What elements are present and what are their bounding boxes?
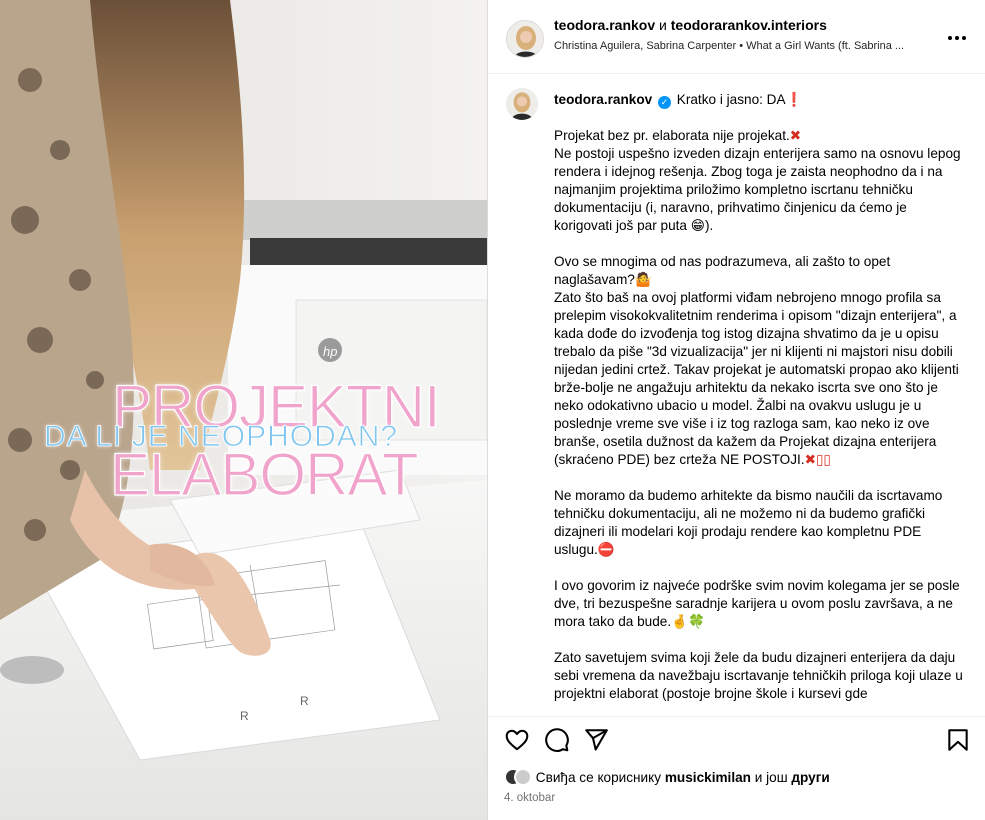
header-conjunction: и xyxy=(659,17,667,33)
caption-p4-text: I ovo govorim iz najveće podrške svim no… xyxy=(554,578,960,629)
caption-paragraph-3: Ne moramo da budemo arhitekte da bismo n… xyxy=(554,487,966,559)
avatar-image xyxy=(506,88,538,120)
svg-text:R: R xyxy=(240,709,249,723)
comment-icon xyxy=(545,728,569,752)
likes-middle: и још xyxy=(754,770,788,785)
caption-paragraph-2: Ovo se mnogima od nas podrazumeva, ali z… xyxy=(554,253,966,469)
paper-plane-icon xyxy=(585,729,608,751)
cross-mark-emoji: ✖ xyxy=(789,128,802,143)
caption-username-link[interactable]: teodora.rankov xyxy=(554,92,652,107)
likes-others-link[interactable]: други xyxy=(791,770,829,785)
fingers-clover-emoji: 🤞🍀 xyxy=(671,614,705,629)
caption-paragraph-4: I ovo govorim iz najveće podrške svim no… xyxy=(554,577,966,631)
comment-button[interactable] xyxy=(544,727,570,753)
caption-paragraph-1: Projekat bez pr. elaborata nije projekat… xyxy=(554,127,966,235)
post-date[interactable]: 4. oktobar xyxy=(504,792,555,804)
caption-p2-text: Ovo se mnogima od nas podrazumeva, ali z… xyxy=(554,254,891,287)
caption-text: teodora.rankov ✓ Kratko i jasno: DA❗ Pro… xyxy=(554,91,966,703)
save-button[interactable] xyxy=(945,727,971,753)
header-user1-link[interactable]: teodora.rankov xyxy=(554,17,655,33)
cross-flag-emoji: ✖▯▯ xyxy=(804,452,831,467)
likes-summary: Свиђа се кориснику musickimilan и још др… xyxy=(504,768,830,786)
likes-prefix: Свиђа се кориснику xyxy=(535,770,662,785)
liker-avatar-2[interactable] xyxy=(514,768,532,786)
likes-user-link[interactable]: musickimilan xyxy=(665,770,751,785)
caption-paragraph-5: Zato savetujem svima koji žele da budu d… xyxy=(554,649,966,703)
caption-p1-text: Projekat bez pr. elaborata nije projekat… xyxy=(554,128,790,143)
action-bar xyxy=(488,716,985,766)
caption-p2b-text: Zato što baš na ovoj platformi viđam neb… xyxy=(554,290,959,467)
exclamation-emoji: ❗ xyxy=(785,92,803,107)
post-header: teodora.rankov и teodorarankov.interiors… xyxy=(488,0,985,74)
like-button[interactable] xyxy=(504,727,530,753)
caption-author-avatar[interactable] xyxy=(506,88,538,120)
header-usernames: teodora.rankov и teodorarankov.interiors xyxy=(554,17,827,33)
header-user2-link[interactable]: teodorarankov.interiors xyxy=(671,17,827,33)
bookmark-icon xyxy=(948,729,968,751)
more-options-button[interactable] xyxy=(947,28,967,42)
author-avatar[interactable] xyxy=(506,20,544,58)
svg-text:R: R xyxy=(300,694,309,708)
shrug-emoji: 🤷 xyxy=(634,272,652,287)
caption-intro-text: Kratko i jasno: DA xyxy=(676,92,786,107)
post-side-panel: teodora.rankov и teodorarankov.interiors… xyxy=(487,0,985,820)
caption-intro: teodora.rankov ✓ Kratko i jasno: DA❗ xyxy=(554,91,966,109)
more-icon xyxy=(948,36,966,40)
heart-icon xyxy=(505,729,529,751)
caption-area[interactable]: teodora.rankov ✓ Kratko i jasno: DA❗ Pro… xyxy=(488,74,985,716)
svg-text:hp: hp xyxy=(323,344,337,359)
grin-emoji: 😁 xyxy=(690,218,705,233)
share-button[interactable] xyxy=(583,727,609,753)
verified-badge-icon: ✓ xyxy=(657,96,671,109)
caption-p1b-end: ). xyxy=(704,218,714,233)
no-entry-emoji: ⛔ xyxy=(597,542,615,557)
caption-p1b-text: Ne postoji uspešno izveden dizajn enteri… xyxy=(554,146,961,233)
post-media[interactable]: hp R R PROJEKTNI ELABORAT DA LI JE NEOPH… xyxy=(0,0,487,820)
media-photo: hp R R xyxy=(0,0,487,820)
audio-link[interactable]: Christina Aguilera, Sabrina Carpenter • … xyxy=(554,40,934,52)
caption-p5-text: Zato savetujem svima koji žele da budu d… xyxy=(554,650,963,701)
avatar-image xyxy=(507,21,543,57)
